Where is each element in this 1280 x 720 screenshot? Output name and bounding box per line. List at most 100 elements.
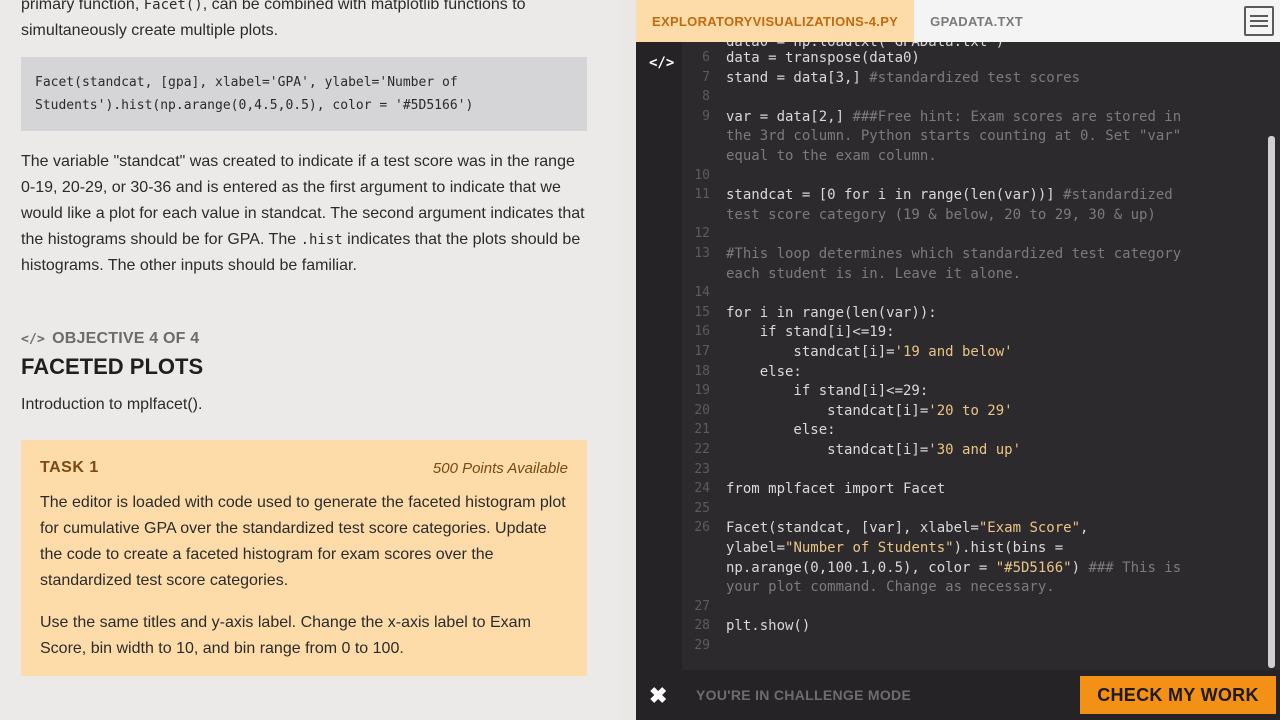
code-token: stand = data[3,] bbox=[726, 69, 870, 86]
close-icon[interactable]: ✖ bbox=[649, 683, 667, 709]
line-number: 28 bbox=[694, 618, 710, 634]
editor-scrollbar[interactable] bbox=[1268, 136, 1275, 668]
inline-code: .hist bbox=[300, 232, 343, 248]
line-code: plt.show() bbox=[726, 616, 810, 636]
task-points: 500 Points Available bbox=[432, 459, 568, 477]
code-line: 14 bbox=[684, 283, 726, 303]
check-my-work-button[interactable]: CHECK MY WORK bbox=[1080, 676, 1276, 714]
line-code: test score category (19 & below, 20 to 2… bbox=[726, 205, 1156, 225]
code-line: equal to the exam column. bbox=[684, 146, 937, 166]
code-token: else: bbox=[726, 422, 836, 439]
task-description: The editor is loaded with code used to g… bbox=[40, 494, 566, 589]
line-number: 20 bbox=[694, 402, 710, 418]
code-token: ).hist(bins = bbox=[953, 540, 1064, 556]
line-number bbox=[684, 538, 710, 558]
explanation-paragraph: The variable "standcat" was created to i… bbox=[21, 149, 591, 279]
code-line: 10 bbox=[684, 166, 726, 186]
code-example-line: Facet(standcat, [gpa], xlabel='GPA', yla… bbox=[35, 75, 458, 90]
tab-exploratoryvisualizations[interactable]: EXPLORATORYVISUALIZATIONS-4.PY bbox=[636, 0, 915, 42]
menu-icon[interactable] bbox=[1244, 6, 1274, 36]
line-number bbox=[684, 146, 710, 166]
code-token: np.arange(0,100.1,0.5), color = bbox=[726, 559, 996, 576]
code-line: 24 from mplfacet import Facet bbox=[684, 479, 945, 499]
code-icon: </> bbox=[21, 331, 46, 347]
line-code: np.arange(0,100.1,0.5), color = "#5D5166… bbox=[726, 558, 1181, 578]
code-token: standcat[i]= bbox=[726, 344, 895, 360]
line-code: #This loop determines which standardized… bbox=[726, 244, 1181, 264]
code-token: your plot command. Change as necessary. bbox=[726, 579, 1055, 596]
line-code: standcat[i]='19 and below' bbox=[726, 342, 1013, 362]
task-label: TASK 1 bbox=[40, 459, 99, 476]
intro-text-part: simultaneously create multiple plots. bbox=[21, 22, 279, 39]
code-token: for i in range(len(var)): bbox=[726, 304, 937, 321]
line-number: 7 bbox=[702, 69, 710, 85]
code-line: 22 standcat[i]='30 and up' bbox=[684, 440, 1021, 460]
code-token: each student is in. Leave it alone. bbox=[726, 265, 1022, 282]
line-number: 27 bbox=[694, 598, 710, 614]
code-token: var = data[2,] bbox=[726, 108, 853, 125]
line-code: for i in range(len(var)): bbox=[726, 303, 937, 323]
line-number: 6 bbox=[702, 50, 710, 65]
challenge-mode-label: YOU'RE IN CHALLENGE MODE bbox=[696, 687, 912, 703]
code-token: '19 and below' bbox=[894, 344, 1013, 360]
intro-text-part: , can be combined with matplotlib functi… bbox=[202, 0, 526, 13]
line-code: your plot command. Change as necessary. bbox=[726, 577, 1055, 597]
code-line: 25 bbox=[684, 499, 726, 519]
code-example: Facet(standcat, [gpa], xlabel='GPA', yla… bbox=[21, 57, 587, 131]
editor-pane: EXPLORATORYVISUALIZATIONS-4.PY GPADATA.T… bbox=[636, 0, 1280, 720]
code-line: 8 bbox=[684, 87, 726, 107]
line-number: 29 bbox=[694, 638, 710, 653]
line-number: 25 bbox=[694, 500, 710, 516]
line-number: 21 bbox=[694, 422, 710, 438]
code-token: the 3rd column. Python starts counting a… bbox=[726, 128, 1182, 145]
line-code: from mplfacet import Facet bbox=[726, 479, 945, 499]
code-token: standcat = [0 for i in range(len(var))] bbox=[726, 187, 1064, 204]
line-code: Facet(standcat, [var], xlabel="Exam Scor… bbox=[726, 518, 1088, 538]
intro-text-part: primary function, bbox=[21, 0, 144, 13]
line-number: 26 bbox=[694, 520, 710, 536]
inline-code: Facet() bbox=[143, 0, 203, 13]
line-code: else: bbox=[726, 420, 836, 440]
code-line: 23 bbox=[684, 460, 726, 480]
code-token: ###Free hint: Exam scores are stored in bbox=[852, 108, 1182, 125]
line-number: 13 bbox=[694, 246, 710, 261]
code-line: 26 Facet(standcat, [var], xlabel="Exam Sc… bbox=[684, 518, 1088, 538]
line-number: 15 bbox=[694, 304, 710, 320]
line-number: 22 bbox=[694, 442, 710, 457]
line-number: 19 bbox=[694, 383, 710, 399]
code-token: ) bbox=[1071, 559, 1089, 576]
code-line: the 3rd column. Python starts counting a… bbox=[684, 126, 1181, 146]
line-number: 24 bbox=[694, 481, 710, 497]
code-line: 17 standcat[i]='19 and below' bbox=[684, 342, 1013, 362]
line-code: standcat = [0 for i in range(len(var))] … bbox=[726, 185, 1173, 205]
line-number: 12 bbox=[694, 226, 710, 242]
code-line: 16 if stand[i]<=19: bbox=[684, 322, 895, 342]
line-code: if stand[i]<=19: bbox=[726, 322, 895, 342]
code-token: data = transpose(data0) bbox=[726, 50, 920, 66]
code-line: 15 for i in range(len(var)): bbox=[684, 303, 937, 323]
line-code: if stand[i]<=29: bbox=[726, 381, 928, 401]
line-number: 9 bbox=[702, 108, 710, 124]
code-token: Facet(standcat, [var], xlabel= bbox=[726, 520, 979, 537]
code-line: 9 var = data[2,] ###Free hint: Exam score… bbox=[684, 107, 1181, 127]
code-line: 11 standcat = [0 for i in range(len(var))… bbox=[684, 185, 1173, 205]
code-token: , bbox=[1080, 520, 1089, 537]
code-token: #standardized bbox=[1063, 187, 1173, 204]
code-token: else: bbox=[726, 363, 802, 380]
line-code: stand = data[3,] #standardized test scor… bbox=[726, 68, 1080, 88]
code-token: #standardized test scores bbox=[869, 69, 1081, 86]
code-token: from mplfacet import Facet bbox=[726, 481, 946, 498]
line-number bbox=[684, 558, 710, 578]
code-toggle-icon[interactable]: </> bbox=[649, 55, 674, 71]
code-line: your plot command. Change as necessary. bbox=[684, 577, 1055, 597]
line-code: the 3rd column. Python starts counting a… bbox=[726, 126, 1181, 146]
code-editor[interactable]: data0 = np.loadtxt("GPAData.txt") 6 data … bbox=[684, 42, 1264, 668]
objective-counter: OBJECTIVE 4 OF 4 bbox=[52, 330, 200, 347]
code-line: test score category (19 & below, 20 to 2… bbox=[684, 205, 1156, 225]
line-code: equal to the exam column. bbox=[726, 146, 937, 166]
line-code: else: bbox=[726, 362, 802, 382]
code-line: 7 stand = data[3,] #standardized test sco… bbox=[684, 68, 1080, 88]
tab-gpadata[interactable]: GPADATA.TXT bbox=[914, 0, 1039, 42]
code-token: ylabel= bbox=[726, 540, 786, 556]
code-token: plt.show() bbox=[726, 618, 811, 635]
